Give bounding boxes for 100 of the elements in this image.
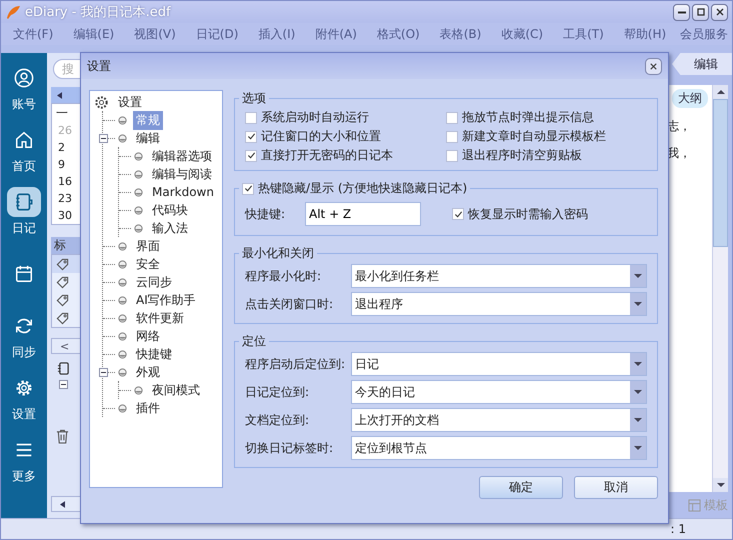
menu-item[interactable]: 工具(T) [557, 26, 610, 42]
tree-item[interactable]: 网络 [133, 326, 163, 346]
node-icon [118, 368, 127, 376]
checkbox-label: 热键隐藏/显示 (方便地快速隐藏日记本) [258, 180, 468, 197]
checkbox[interactable] [242, 182, 254, 194]
sidebar-item[interactable]: 同步 [1, 305, 47, 367]
dropdown[interactable]: 日记 [351, 352, 647, 376]
menu-item[interactable]: 插入(I) [252, 26, 302, 42]
checkbox[interactable] [446, 130, 458, 142]
cancel-button[interactable]: 取消 [574, 476, 658, 499]
checkbox[interactable] [446, 112, 458, 124]
tree-item[interactable]: Markdown [149, 184, 217, 200]
group-title: 定位 [241, 333, 267, 350]
calendar-day[interactable]: 9 [56, 156, 65, 173]
caret-icon [634, 418, 642, 422]
tree-item[interactable]: 编辑与阅读 [149, 164, 215, 184]
close-button[interactable] [645, 58, 662, 74]
member-link[interactable]: 会员服务 [680, 26, 728, 42]
user-icon [14, 68, 34, 88]
checkbox-label: 系统启动时自动运行 [261, 109, 369, 126]
menu-item[interactable]: 帮助(H) [618, 26, 672, 42]
minimize-button[interactable] [673, 4, 690, 20]
trash-icon[interactable] [56, 429, 69, 444]
menu-item[interactable]: 编辑(E) [67, 26, 120, 42]
tree-item[interactable]: 插件 [133, 398, 163, 418]
tree-item[interactable]: 快捷键 [133, 344, 175, 364]
menu-item[interactable]: 附件(A) [309, 26, 363, 42]
close-button[interactable] [711, 4, 728, 20]
tree-item[interactable]: 编辑 [133, 128, 163, 148]
tree-item[interactable]: 安全 [133, 254, 163, 274]
tree-item[interactable]: 软件更新 [133, 308, 187, 328]
dropdown[interactable]: 定位到根节点 [351, 436, 647, 460]
menu-item[interactable]: 日记(D) [190, 26, 244, 42]
caret-icon [634, 274, 642, 278]
calendar-day[interactable]: 23 [56, 190, 72, 207]
previous-icon[interactable] [57, 92, 62, 98]
checkbox[interactable] [245, 130, 257, 142]
checkbox-label: 退出程序时清空剪贴板 [462, 147, 582, 164]
group-title: 最小化和关闭 [241, 245, 315, 262]
tree-item[interactable]: 输入法 [149, 218, 191, 238]
sidebar-item[interactable]: 账号 [1, 57, 47, 119]
tree-item[interactable]: AI写作助手 [133, 290, 199, 310]
sidebar-item[interactable]: 日记 [1, 181, 47, 243]
node-icon [134, 206, 143, 214]
sync-icon [14, 316, 34, 336]
scrollbar[interactable] [712, 85, 728, 492]
hotkey-field[interactable]: Alt + Z [305, 202, 421, 226]
dropdown[interactable]: 今天的日记 [351, 380, 647, 404]
tree-item[interactable]: 夜间模式 [149, 380, 203, 400]
notebook-icon [14, 192, 34, 212]
ok-button[interactable]: 确定 [479, 476, 563, 499]
calendar-day[interactable]: 16 [56, 173, 72, 190]
tree-item[interactable]: 外观 [133, 362, 163, 382]
node-icon [134, 224, 143, 232]
dialog-title: 设置 [87, 58, 111, 74]
checkbox-label: 新建文章时自动显示模板栏 [462, 128, 606, 145]
menu-item[interactable]: 视图(V) [128, 26, 182, 42]
field-label: 文档定位到: [245, 412, 310, 428]
sidebar-item[interactable]: 首页 [1, 119, 47, 181]
checkbox-label: 记住窗口的大小和位置 [261, 128, 381, 145]
caret-icon [634, 446, 642, 450]
node-icon [118, 350, 127, 358]
scroll-left-icon[interactable] [60, 500, 65, 508]
checkbox[interactable] [452, 208, 464, 220]
collapse-toggle[interactable] [99, 368, 108, 376]
menu-item[interactable]: 收藏(C) [495, 26, 550, 42]
menu-item[interactable]: 文件(F) [9, 26, 60, 42]
checkbox[interactable] [446, 150, 458, 162]
sidebar-item[interactable]: 更多 [1, 429, 47, 491]
home-icon [14, 130, 34, 150]
collapse-toggle[interactable] [59, 380, 68, 389]
editor-tab[interactable]: 编辑 [672, 53, 732, 75]
tree-item[interactable]: 界面 [133, 236, 163, 256]
dropdown[interactable]: 最小化到任务栏 [351, 264, 647, 288]
window-title: eDiary - 我的日记本.edf [25, 4, 171, 21]
tree-item[interactable]: 云同步 [133, 272, 175, 292]
sidebar-item[interactable]: 设置 [1, 367, 47, 429]
tree-item[interactable]: 设置 [115, 92, 145, 112]
notebook-icon [57, 362, 70, 375]
dropdown[interactable]: 上次打开的文档 [351, 408, 647, 432]
collapse-toggle[interactable] [99, 134, 108, 142]
field-label: 程序启动后定位到: [245, 356, 346, 372]
checkbox[interactable] [245, 112, 257, 124]
node-icon [118, 242, 127, 250]
calendar-day[interactable]: 30 [56, 207, 72, 224]
checkbox[interactable] [245, 150, 257, 162]
tree-item[interactable]: 编辑器选项 [149, 146, 215, 166]
calendar-day[interactable]: 2 [56, 139, 65, 156]
scroll-down-icon[interactable] [716, 483, 724, 487]
tag-icon [56, 258, 69, 270]
menu-item[interactable]: 格式(O) [370, 26, 426, 42]
menu-item[interactable]: 表格(B) [434, 26, 488, 42]
node-icon [118, 260, 127, 268]
dropdown[interactable]: 退出程序 [351, 292, 647, 316]
node-icon [134, 386, 143, 394]
caret-icon [634, 390, 642, 394]
tree-item[interactable]: 代码块 [149, 200, 191, 220]
maximize-button[interactable] [692, 4, 709, 20]
scroll-up-icon[interactable] [716, 90, 724, 94]
outline-button[interactable]: 大纲 [672, 89, 708, 108]
